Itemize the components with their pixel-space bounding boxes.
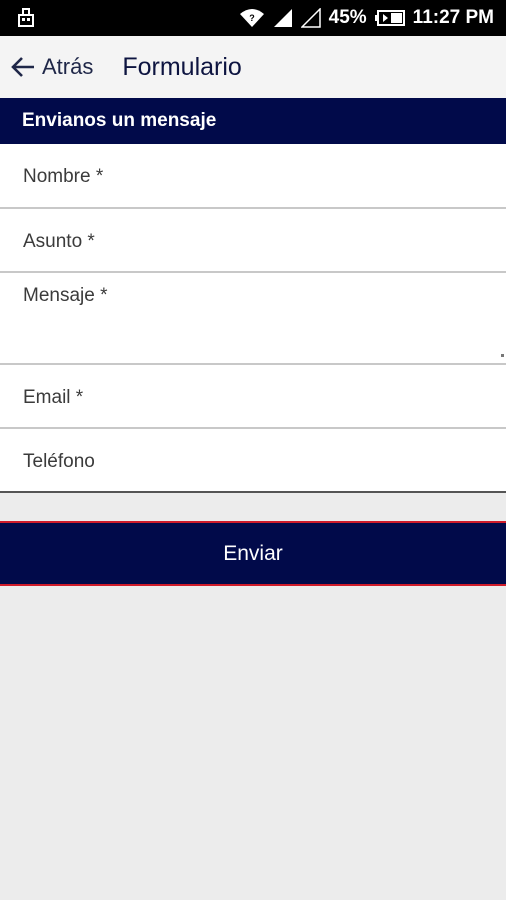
back-label: Atrás [42,54,94,79]
wifi-icon: ? [239,9,264,27]
resize-handle-icon [501,354,504,357]
svg-text:?: ? [249,13,255,23]
back-button[interactable]: Atrás [10,36,93,98]
battery-icon [374,10,405,26]
name-field[interactable]: Nombre * [0,144,506,209]
status-time: 11:27 PM [412,7,494,28]
signal-empty-icon [300,8,321,28]
email-field[interactable]: Email * [0,365,506,429]
submit-button[interactable]: Enviar [0,521,506,586]
subject-placeholder: Asunto * [23,231,95,252]
section-header: Envianos un mensaje [0,98,506,144]
battery-percent: 45% [328,7,367,28]
arrow-left-icon [11,57,34,77]
subject-field[interactable]: Asunto * [0,209,506,273]
email-placeholder: Email * [23,387,84,408]
message-placeholder: Mensaje * [23,285,108,306]
status-bar: ? 45% 11:27 PM [0,0,506,36]
app-bar: Atrás Formulario [0,36,506,98]
phone-field[interactable]: Teléfono [0,429,506,493]
name-placeholder: Nombre * [23,166,104,187]
usb-icon [16,8,36,28]
page-title: Formulario [122,52,242,81]
section-title: Envianos un mensaje [22,110,217,131]
phone-placeholder: Teléfono [23,451,95,472]
contact-form: Nombre * Asunto * Mensaje * Email * Telé… [0,144,506,493]
signal-icon [273,9,292,27]
message-field[interactable]: Mensaje * [0,273,506,365]
